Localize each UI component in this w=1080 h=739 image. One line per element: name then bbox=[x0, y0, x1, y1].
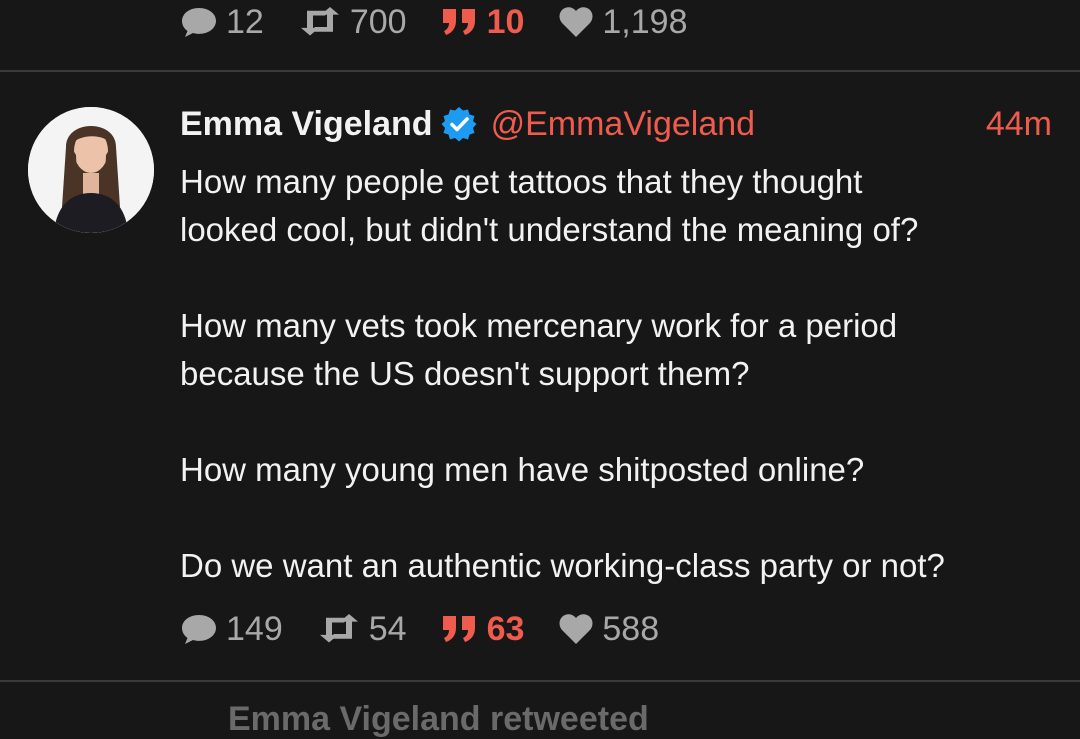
next-item-retweet-label[interactable]: Emma Vigeland retweeted bbox=[228, 700, 649, 739]
tweet-paragraph: How many young men have shitposted onlin… bbox=[180, 451, 865, 488]
reply-count: 12 bbox=[226, 2, 264, 41]
reply-count-button[interactable]: 12 bbox=[180, 3, 264, 42]
tweet-paragraph: Do we want an authentic working-class pa… bbox=[180, 547, 945, 584]
like-count: 588 bbox=[602, 609, 660, 648]
reply-count: 149 bbox=[226, 609, 283, 648]
retweet-count-button[interactable]: 54 bbox=[317, 610, 407, 649]
retweet-icon bbox=[317, 614, 361, 644]
speech-bubble-icon bbox=[180, 5, 218, 39]
quote-icon bbox=[441, 7, 479, 37]
quote-count: 10 bbox=[486, 2, 525, 41]
tweet-body: How many people get tattoos that they th… bbox=[180, 158, 1060, 590]
like-count-button[interactable]: 588 bbox=[558, 610, 659, 649]
tweet-divider bbox=[0, 70, 1080, 72]
tweet-stats: 149 54 63 588 bbox=[180, 607, 693, 651]
tweet-header: Emma Vigeland @EmmaVigeland 44m bbox=[180, 100, 1052, 148]
tweet-paragraph: How many vets took mercenary work for a … bbox=[180, 307, 898, 392]
retweet-count: 54 bbox=[368, 609, 407, 648]
tweet-paragraph: How many people get tattoos that they th… bbox=[180, 163, 919, 248]
speech-bubble-icon bbox=[180, 612, 218, 646]
reply-count-button[interactable]: 149 bbox=[180, 610, 283, 649]
quote-count: 63 bbox=[486, 609, 525, 648]
heart-icon bbox=[558, 613, 594, 645]
avatar[interactable] bbox=[28, 107, 154, 233]
quote-icon bbox=[441, 614, 479, 644]
verified-badge-icon bbox=[441, 106, 477, 142]
like-count-button[interactable]: 1,198 bbox=[558, 3, 687, 42]
avatar-portrait-icon bbox=[28, 107, 154, 233]
author-name[interactable]: Emma Vigeland bbox=[180, 105, 433, 144]
quote-count-button[interactable]: 10 bbox=[441, 2, 525, 42]
retweet-count-button[interactable]: 700 bbox=[298, 3, 407, 42]
tweet-divider bbox=[0, 680, 1080, 682]
retweet-icon bbox=[298, 7, 342, 37]
previous-tweet-stats: 12 700 10 1,198 bbox=[180, 0, 721, 44]
like-count: 1,198 bbox=[602, 2, 688, 41]
retweet-count: 700 bbox=[349, 2, 407, 41]
tweet-timestamp[interactable]: 44m bbox=[986, 105, 1052, 144]
author-handle[interactable]: @EmmaVigeland bbox=[491, 105, 755, 144]
quote-count-button[interactable]: 63 bbox=[441, 609, 525, 649]
heart-icon bbox=[558, 6, 594, 38]
